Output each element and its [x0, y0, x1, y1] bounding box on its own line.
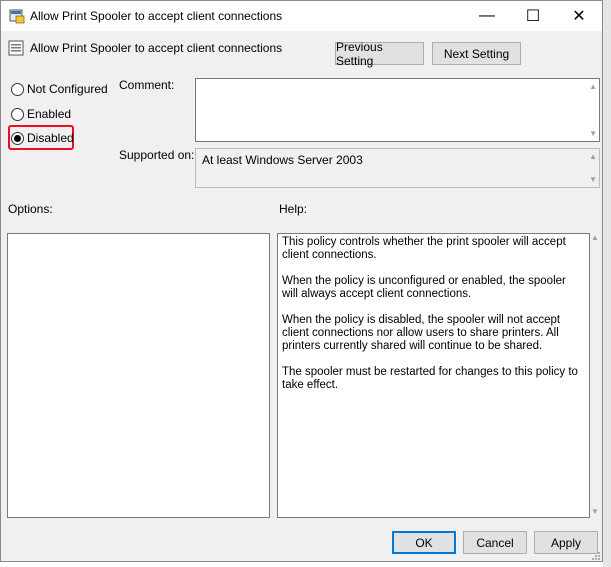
background-window-edge: [603, 0, 611, 567]
minimize-icon: —: [479, 7, 495, 24]
scroll-up-icon[interactable]: ▲: [589, 82, 597, 91]
comment-textarea[interactable]: ▲ ▼: [195, 78, 600, 142]
minimize-button[interactable]: —: [464, 1, 510, 31]
setting-name: Allow Print Spooler to accept client con…: [30, 41, 283, 55]
cancel-label: Cancel: [476, 535, 514, 550]
ok-label: OK: [415, 535, 433, 550]
title-bar[interactable]: Allow Print Spooler to accept client con…: [1, 1, 602, 31]
scroll-down-icon[interactable]: ▼: [591, 507, 599, 516]
help-panel[interactable]: This policy controls whether the print s…: [277, 233, 590, 518]
options-panel: [7, 233, 270, 518]
supported-on-label: Supported on:: [119, 148, 195, 162]
scroll-up-icon[interactable]: ▲: [589, 152, 597, 161]
comment-label: Comment:: [119, 78, 175, 92]
help-scrollbar[interactable]: ▲ ▼: [590, 233, 600, 518]
enabled-radio[interactable]: [11, 108, 24, 121]
previous-setting-button[interactable]: Previous Setting: [335, 39, 424, 68]
close-button[interactable]: ✕: [556, 1, 602, 31]
help-paragraph: When the policy is unconfigured or enabl…: [282, 275, 566, 300]
enabled-label[interactable]: Enabled: [27, 107, 71, 121]
scroll-down-icon[interactable]: ▼: [589, 175, 597, 184]
next-setting-button[interactable]: Next Setting: [432, 42, 521, 65]
help-paragraph: This policy controls whether the print s…: [282, 236, 566, 261]
not-configured-label[interactable]: Not Configured: [27, 82, 108, 96]
next-setting-label: Next Setting: [443, 46, 510, 61]
help-paragraph: When the policy is disabled, the spooler…: [282, 314, 561, 352]
supported-on-value: At least Windows Server 2003: [202, 153, 363, 167]
scroll-down-icon[interactable]: ▼: [589, 129, 597, 138]
close-icon: ✕: [572, 8, 586, 25]
policy-window-icon: [9, 8, 25, 24]
previous-setting-label: Previous Setting: [336, 39, 383, 68]
maximize-icon: ☐: [525, 8, 541, 25]
disabled-label[interactable]: Disabled: [27, 131, 74, 145]
scroll-up-icon[interactable]: ▲: [591, 233, 599, 242]
maximize-button[interactable]: ☐: [510, 1, 556, 31]
policy-dialog: Allow Print Spooler to accept client con…: [0, 0, 603, 562]
resize-grip-icon[interactable]: [589, 549, 601, 561]
apply-label: Apply: [550, 535, 582, 550]
help-paragraph: The spooler must be restarted for change…: [282, 366, 578, 391]
ok-button[interactable]: OK: [392, 531, 456, 554]
window-title: Allow Print Spooler to accept client con…: [30, 9, 283, 23]
supported-on-field: At least Windows Server 2003 ▲ ▼: [195, 148, 600, 188]
setting-icon: [8, 40, 24, 56]
options-label: Options:: [8, 202, 53, 216]
cancel-button[interactable]: Cancel: [463, 531, 527, 554]
disabled-radio[interactable]: [11, 132, 24, 145]
not-configured-radio[interactable]: [11, 83, 24, 96]
help-label: Help:: [279, 202, 308, 216]
